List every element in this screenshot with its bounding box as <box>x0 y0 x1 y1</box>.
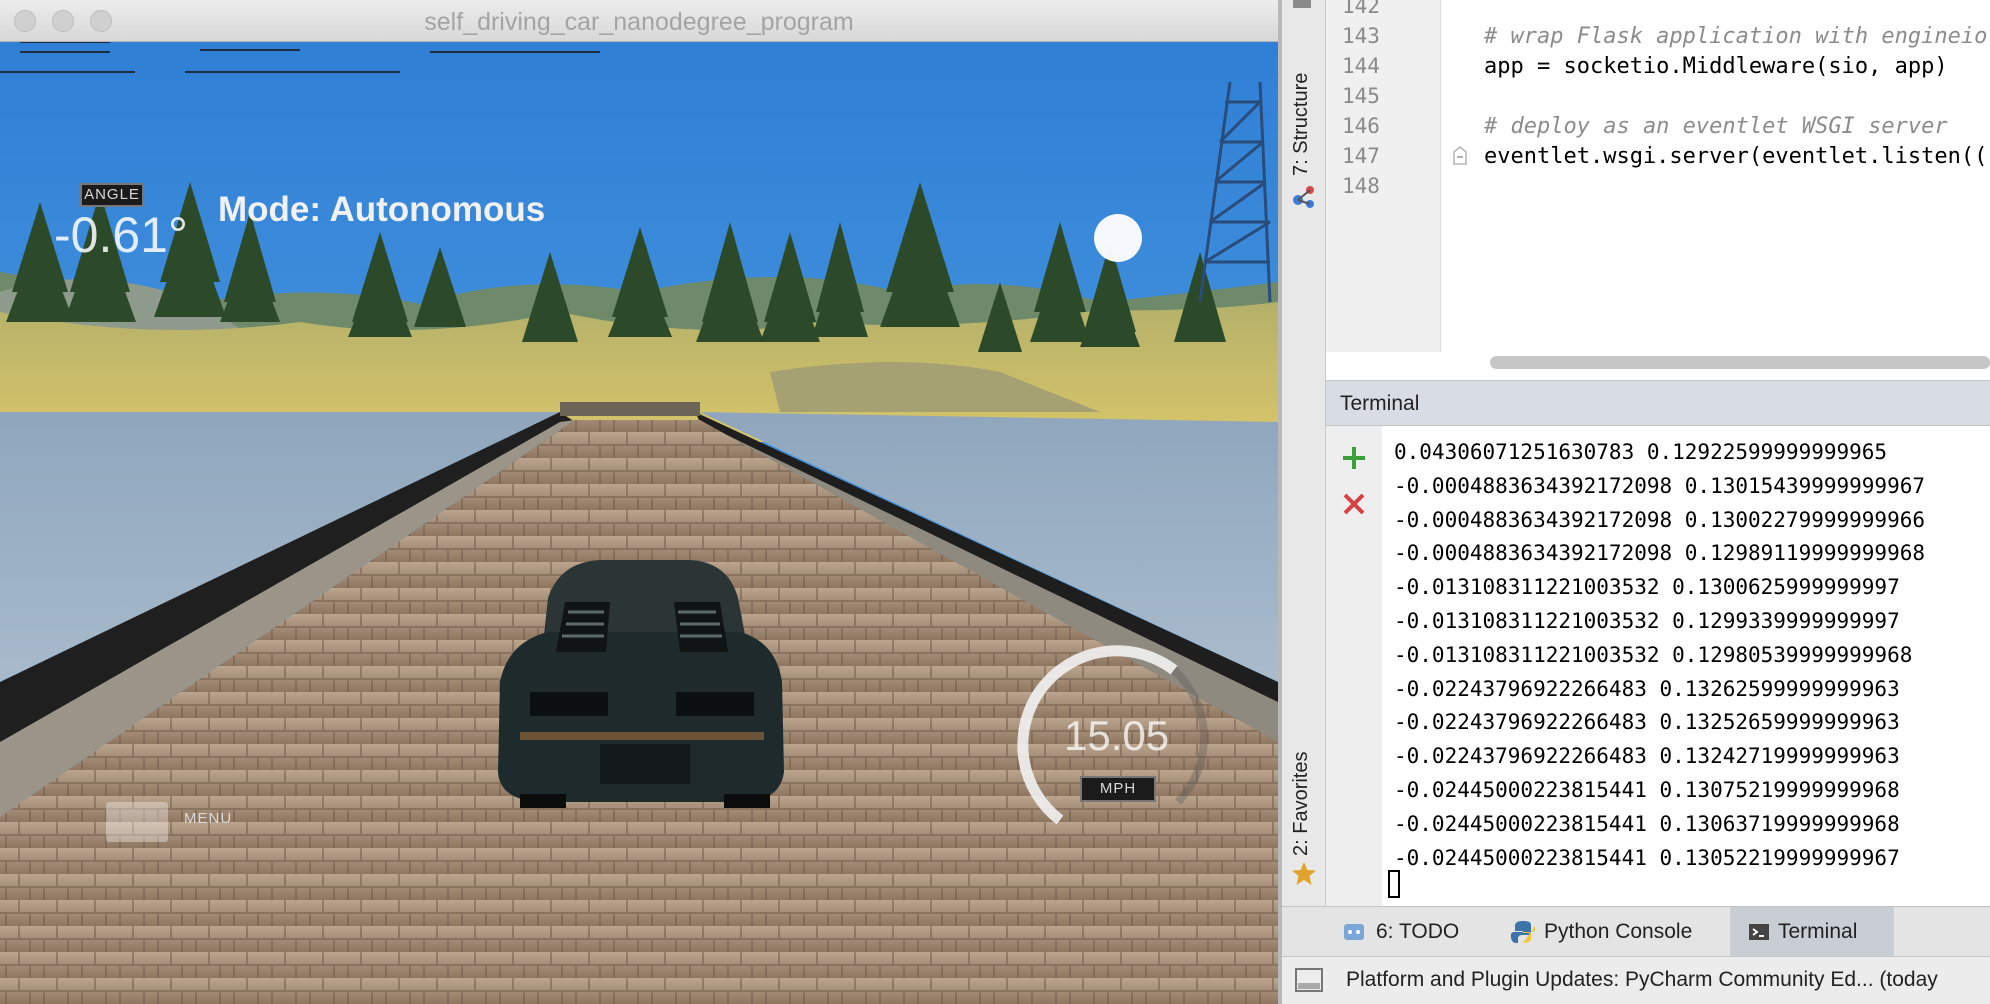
terminal-line: -0.013108311221003532 0.1300625999999997 <box>1394 575 1900 600</box>
tab-terminal[interactable]: Terminal <box>1730 907 1894 957</box>
fold-marker-icon[interactable] <box>1452 146 1468 166</box>
angle-label: ANGLE <box>80 183 144 207</box>
left-tool-strip: 7: Structure 2: Favorites <box>1282 0 1326 906</box>
tab-todo-label: 6: TODO <box>1376 920 1460 943</box>
line-number: 144 <box>1342 54 1380 78</box>
menu-label[interactable]: MENU <box>184 810 232 827</box>
simulator-titlebar: self_driving_car_nanodegree_program <box>0 0 1278 42</box>
line-number: 147 <box>1342 144 1380 168</box>
status-message[interactable]: Platform and Plugin Updates: PyCharm Com… <box>1346 968 1938 992</box>
add-terminal-icon[interactable] <box>1340 444 1368 472</box>
line-number: 143 <box>1342 24 1380 48</box>
tab-terminal-label: Terminal <box>1778 920 1858 943</box>
terminal-line: -0.02445000223815441 0.13052219999999967 <box>1394 845 1900 870</box>
terminal-line: -0.02445000223815441 0.13063719999999968 <box>1394 811 1900 836</box>
tab-python-console-label: Python Console <box>1544 920 1693 943</box>
terminal-line: -0.02243796922266483 0.13252659999999963 <box>1394 710 1900 735</box>
terminal-line: -0.0004883634392172098 0.130022799999999… <box>1394 507 1926 532</box>
code-line[interactable]: app = socketio.Middleware(sio, app) <box>1484 54 1948 79</box>
tab-favorites[interactable]: 2: Favorites <box>1290 752 1313 856</box>
angle-value: -0.61° <box>54 207 188 263</box>
terminal-header: Terminal <box>1326 380 1990 426</box>
terminal-cursor <box>1388 870 1400 898</box>
mode-text: Mode: Autonomous <box>218 190 546 229</box>
menu-button[interactable] <box>106 802 168 842</box>
pycharm-window: 7: Structure 2: Favorites 142 143 144 145 14… <box>1278 0 1990 1004</box>
terminal-line: -0.013108311221003532 0.1299339999999997 <box>1394 609 1900 633</box>
speed-unit: MPH <box>1080 776 1156 802</box>
pin-icon <box>1293 0 1311 8</box>
line-number: 146 <box>1342 114 1380 138</box>
star-icon <box>1292 862 1316 885</box>
terminal-line: -0.0004883634392172098 0.129891199999999… <box>1394 541 1926 566</box>
terminal-line: -0.02445000223815441 0.13075219999999968 <box>1394 778 1900 802</box>
terminal-toolbar <box>1326 426 1383 906</box>
tab-python-console[interactable]: Python Console <box>1510 907 1692 957</box>
tab-todo[interactable]: 6: TODO <box>1342 907 1459 957</box>
terminal-output[interactable]: 0.04306071251630783 0.12922599999999965 -… <box>1382 426 1990 906</box>
structure-icon <box>1293 186 1314 208</box>
line-gutter: 142 143 144 145 146 147 148 <box>1326 0 1441 352</box>
terminal-title: Terminal <box>1340 392 1420 415</box>
terminal-line: -0.02243796922266483 0.13262599999999963 <box>1394 676 1900 701</box>
code-editor[interactable]: 142 143 144 145 146 147 148 # wrap Flask appli… <box>1326 0 1990 380</box>
speed-value: 15.05 <box>1064 712 1170 759</box>
line-number: 145 <box>1342 84 1380 108</box>
terminal-line: -0.02243796922266483 0.13242719999999963 <box>1394 744 1900 769</box>
driving-scene <box>0 42 1278 1004</box>
tool-windows-icon[interactable] <box>1294 967 1324 993</box>
line-number: 142 <box>1342 0 1380 18</box>
terminal-line: -0.0004883634392172098 0.130154399999999… <box>1394 473 1926 498</box>
todo-icon <box>1344 924 1364 940</box>
tab-structure[interactable]: 7: Structure <box>1290 73 1313 176</box>
terminal-line: 0.04306071251630783 0.12922599999999965 <box>1394 440 1888 464</box>
terminal-line: -0.013108311221003532 0.1298053999999996… <box>1394 642 1913 667</box>
bottom-tool-tabs: 6: TODO Python Console Terminal <box>1282 906 1990 957</box>
simulator-window: self_driving_car_nanodegree_program ANGL… <box>0 0 1278 1004</box>
simulator-title: self_driving_car_nanodegree_program <box>424 8 854 36</box>
code-line[interactable]: eventlet.wsgi.server(eventlet.listen((''… <box>1484 144 1990 169</box>
horizontal-scrollbar[interactable] <box>1490 356 1990 369</box>
close-terminal-icon[interactable] <box>1340 490 1368 518</box>
terminal-icon <box>1749 924 1769 940</box>
line-number: 148 <box>1342 174 1380 198</box>
code-comment[interactable]: # deploy as an eventlet WSGI server <box>1484 114 1948 139</box>
python-icon <box>1510 921 1536 943</box>
code-comment[interactable]: # wrap Flask application with engineio's… <box>1484 24 1990 49</box>
status-bar: Platform and Plugin Updates: PyCharm Com… <box>1282 956 1990 1004</box>
